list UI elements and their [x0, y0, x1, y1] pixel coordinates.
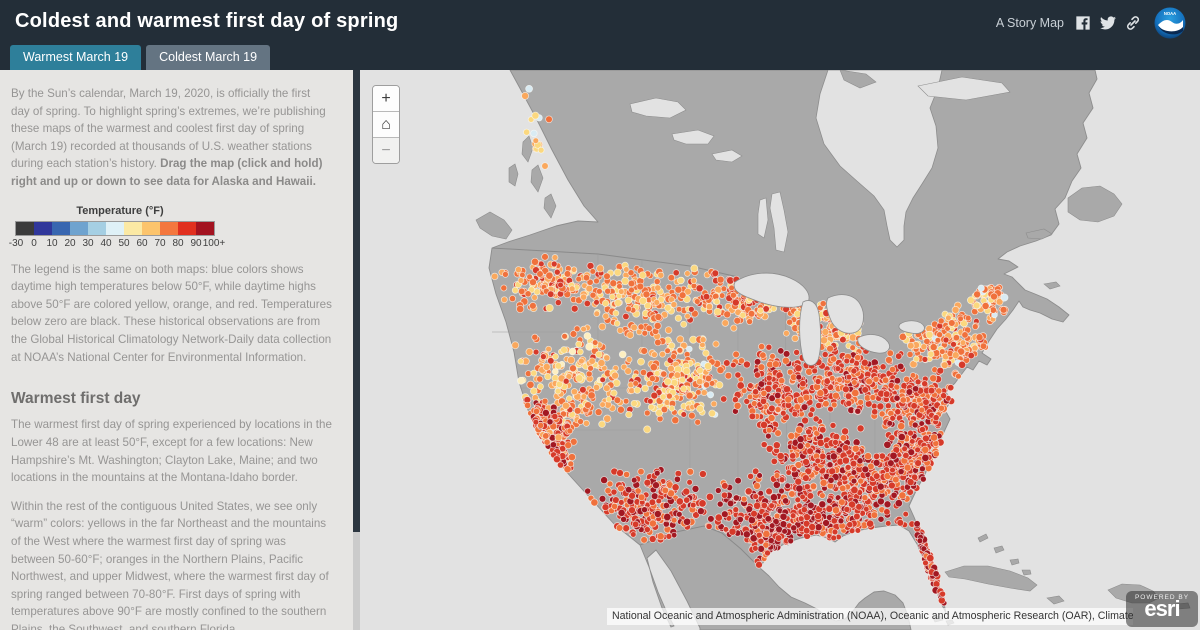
map-attribution: National Oceanic and Atmospheric Adminis…	[607, 608, 1133, 625]
legend-tick-label: 30	[82, 238, 93, 249]
great-lake	[800, 301, 821, 366]
sidebar-scrollbar-thumb[interactable]	[353, 70, 360, 532]
legend-ramp-segment	[178, 222, 196, 235]
legend-tick-label: 60	[136, 238, 147, 249]
zoom-in-button[interactable]: +	[373, 86, 399, 112]
zoom-out-button[interactable]: −	[373, 138, 399, 163]
home-extent-button[interactable]: ⌂	[373, 112, 399, 138]
legend-color-ramp	[15, 221, 215, 236]
esri-brand-label: esri	[1126, 599, 1198, 619]
legend-tick-label: 20	[64, 238, 75, 249]
legend-ramp-segment	[16, 222, 34, 235]
legend-ramp-segment	[34, 222, 52, 235]
legend-ramp-segment	[70, 222, 88, 235]
sidebar-scrollbar-track[interactable]	[353, 70, 360, 630]
noaa-logo[interactable]: NOAA	[1154, 7, 1186, 39]
legend-ramp-segment	[124, 222, 142, 235]
legend-tick-label: 70	[154, 238, 165, 249]
story-map-label: A Story Map	[996, 16, 1064, 30]
sidebar-sections: Warmest first day The warmest first day o…	[11, 390, 332, 630]
legend-tick-label: 100+	[203, 238, 226, 249]
map-pane[interactable]: + ⌂ − National Oceanic and Atmospheric A…	[360, 70, 1200, 630]
legend-tick-label: 80	[172, 238, 183, 249]
facebook-icon[interactable]	[1075, 15, 1091, 31]
legend-ramp-segment	[160, 222, 178, 235]
legend-ramp-segment	[88, 222, 106, 235]
legend-title: Temperature (°F)	[15, 205, 225, 217]
legend-tick-labels: -300102030405060708090100+	[15, 238, 225, 251]
tab-warmest-march-19[interactable]: Warmest March 19	[10, 45, 141, 70]
section-paragraph: Within the rest of the contiguous United…	[11, 498, 332, 630]
app-header: Coldest and warmest first day of spring …	[0, 0, 1200, 70]
legend-tick-label: 40	[100, 238, 111, 249]
legend-tick-label: -30	[9, 238, 23, 249]
section-paragraph: The warmest first day of spring experien…	[11, 416, 332, 486]
legend-tick-label: 90	[190, 238, 201, 249]
legend-note: The legend is the same on both maps: blu…	[11, 261, 332, 367]
map-zoom-controls: + ⌂ −	[372, 85, 400, 164]
map-canvas[interactable]	[360, 70, 1200, 630]
page-title: Coldest and warmest first day of spring	[15, 10, 398, 33]
share-link-icon[interactable]	[1125, 15, 1141, 31]
legend-tick-label: 50	[118, 238, 129, 249]
legend-ramp-segment	[106, 222, 124, 235]
legend-ramp-segment	[142, 222, 160, 235]
sidebar: By the Sun’s calendar, March 19, 2020, i…	[0, 70, 360, 630]
tab-bar: Warmest March 19 Coldest March 19	[10, 45, 270, 70]
legend-tick-label: 10	[46, 238, 57, 249]
sidebar-content: By the Sun’s calendar, March 19, 2020, i…	[0, 70, 352, 630]
twitter-icon[interactable]	[1100, 15, 1116, 31]
intro-paragraph: By the Sun’s calendar, March 19, 2020, i…	[11, 85, 332, 191]
temperature-legend: Temperature (°F) -3001020304050607080901…	[15, 205, 225, 251]
legend-tick-label: 0	[31, 238, 37, 249]
esri-logo[interactable]: POWERED BY esri	[1126, 591, 1198, 627]
section-heading: Warmest first day	[11, 390, 332, 408]
tab-coldest-march-19[interactable]: Coldest March 19	[146, 45, 270, 70]
svg-text:NOAA: NOAA	[1164, 11, 1176, 16]
legend-ramp-segment	[196, 222, 214, 235]
legend-ramp-segment	[52, 222, 70, 235]
